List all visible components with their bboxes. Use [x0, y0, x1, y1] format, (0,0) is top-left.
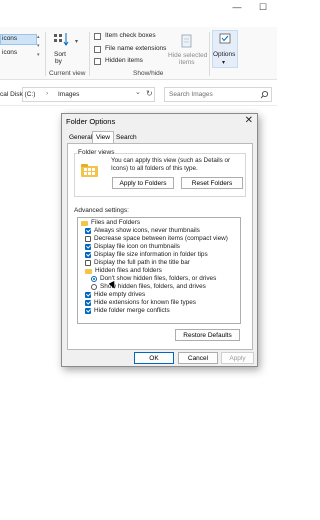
folder-icon	[81, 220, 88, 226]
options-icon	[219, 33, 231, 44]
tab-general[interactable]: General	[66, 132, 95, 143]
minimize-icon: —	[232, 2, 242, 12]
tree-item-hide-empty-drives[interactable]: Hide empty drives	[85, 291, 145, 299]
folder-views-icon	[81, 164, 98, 177]
hide-selected-label-2: items	[179, 59, 195, 66]
search-placeholder[interactable]: Search Images	[169, 91, 213, 98]
checkbox-box[interactable]	[94, 46, 101, 53]
checkbox-box[interactable]	[94, 33, 101, 40]
chevron-down-icon: ▾	[222, 60, 226, 66]
group-separator	[45, 32, 46, 76]
group-label-current-view: Current view	[49, 70, 86, 77]
tree-item-decrease-space[interactable]: Decrease space between items (compact vi…	[85, 235, 228, 243]
address-dropdown-icon[interactable]: ⌄	[135, 88, 141, 96]
cancel-button[interactable]: Cancel	[178, 352, 218, 364]
reset-folders-button[interactable]: Reset Folders	[181, 177, 243, 189]
checkbox-checked-icon[interactable]	[85, 228, 91, 234]
checkbox-label: Hidden items	[105, 57, 143, 64]
hide-selected-icon	[181, 34, 192, 48]
tree-item-label: Don't show hidden files, folders, or dri…	[100, 275, 217, 282]
options-button[interactable]: Options ▾	[212, 30, 238, 68]
tree-item-label: Display the full path in the title bar	[94, 259, 190, 266]
checkbox-checked-icon[interactable]	[85, 308, 91, 314]
tree-item-hide-extensions[interactable]: Hide extensions for known file types	[85, 299, 196, 307]
breadcrumb-separator: ›	[46, 90, 49, 97]
checkbox-label: Item check boxes	[105, 32, 156, 39]
tree-item-display-file-icon[interactable]: Display file icon on thumbnails	[85, 243, 180, 251]
hide-selected-label: Hide selected	[168, 52, 208, 59]
sort-icon	[54, 33, 69, 46]
tree-item-label: Always show icons, never thumbnails	[94, 227, 200, 234]
tree-item-display-full-path[interactable]: Display the full path in the title bar	[85, 259, 190, 267]
group-separator	[209, 32, 210, 76]
group-by-button[interactable]: ▾	[75, 38, 85, 60]
maximize-icon: ☐	[258, 1, 268, 12]
group-label-show-hide: Show/hide	[133, 70, 164, 77]
advanced-settings-label: Advanced settings:	[74, 207, 129, 214]
options-label: Options	[213, 51, 236, 58]
radio-unselected-icon[interactable]	[91, 284, 97, 290]
layout-option-label-2[interactable]: icons	[2, 49, 17, 56]
restore-defaults-button[interactable]: Restore Defaults	[175, 329, 240, 341]
advanced-settings-tree[interactable]: Files and Folders Always show icons, nev…	[77, 217, 241, 324]
layout-option-label: icons	[2, 35, 18, 42]
checkbox-checked-icon[interactable]	[85, 244, 91, 250]
minimize-button[interactable]: —	[226, 0, 248, 14]
tree-item-display-file-size[interactable]: Display file size information in folder …	[85, 251, 208, 259]
tree-folder-files-and-folders: Files and Folders	[81, 219, 140, 227]
content-divider	[0, 105, 277, 106]
tab-search[interactable]: Search	[113, 132, 140, 143]
view-tab-panel: Folder views You can apply this view (su…	[67, 143, 253, 350]
sort-by-label: Sort	[54, 51, 66, 58]
tree-item-label: Display file icon on thumbnails	[94, 243, 180, 250]
dialog-title: Folder Options	[66, 117, 116, 126]
tree-item-label: Hidden files and folders	[95, 267, 162, 274]
breadcrumb-drive[interactable]: cal Disk (C:)	[0, 91, 35, 98]
tree-item-label: Hide folder merge conflicts	[94, 307, 170, 314]
group-separator	[89, 32, 90, 76]
refresh-icon[interactable]: ↻	[146, 89, 153, 98]
tree-item-label: Hide extensions for known file types	[94, 299, 196, 306]
apply-button[interactable]: Apply	[221, 352, 254, 364]
checkbox-box[interactable]	[94, 58, 101, 65]
folder-options-dialog: Folder Options ✕ General View Search Fol…	[61, 113, 258, 367]
folder-icon	[85, 268, 92, 274]
hide-selected-items-button[interactable]: Hide selected items	[166, 31, 208, 67]
tree-item-hide-merge-conflicts[interactable]: Hide folder merge conflicts	[85, 307, 170, 315]
radio-selected-icon[interactable]	[91, 276, 97, 282]
folder-views-description: You can apply this view (such as Details…	[111, 157, 231, 172]
checkbox-unchecked-icon[interactable]	[85, 260, 91, 266]
sort-by-button[interactable]: Sort by	[49, 31, 73, 69]
sort-by-label-2: by	[55, 58, 62, 65]
tree-item-label: Decrease space between items (compact vi…	[94, 235, 228, 242]
search-icon[interactable]	[260, 90, 269, 99]
tree-folder-hidden-files: Hidden files and folders	[85, 267, 162, 275]
checkbox-label: File name extensions	[105, 45, 167, 52]
apply-to-folders-button[interactable]: Apply to Folders	[112, 177, 174, 189]
checkbox-checked-icon[interactable]	[85, 300, 91, 306]
checkbox-unchecked-icon[interactable]	[85, 236, 91, 242]
layout-scroll[interactable]: ▴ ▾ ▾	[37, 33, 43, 69]
checkbox-checked-icon[interactable]	[85, 292, 91, 298]
checkbox-checked-icon[interactable]	[85, 252, 91, 258]
tree-item-always-show-icons[interactable]: Always show icons, never thumbnails	[85, 227, 200, 235]
breadcrumb-current[interactable]: Images	[58, 91, 79, 98]
tree-item-label: Display file size information in folder …	[94, 251, 208, 258]
tree-item-label: Hide empty drives	[94, 291, 146, 298]
tree-item-label: Files and Folders	[91, 219, 141, 226]
maximize-button[interactable]: ☐	[252, 0, 274, 14]
close-icon[interactable]: ✕	[245, 115, 253, 126]
folder-views-legend: Folder views	[77, 149, 116, 156]
ok-button[interactable]: OK	[134, 352, 174, 364]
